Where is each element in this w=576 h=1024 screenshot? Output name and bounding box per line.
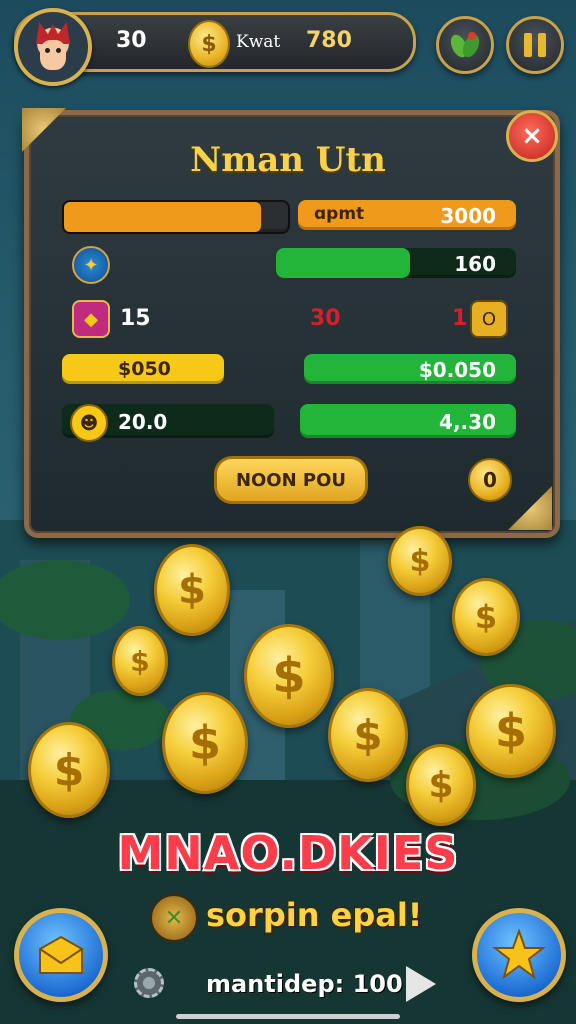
avatar-face-icon bbox=[40, 40, 66, 70]
stat-count: 1 bbox=[452, 306, 468, 331]
stat-label: ɑpmt bbox=[314, 204, 365, 224]
floating-coin[interactable]: $ bbox=[406, 744, 476, 826]
panel-title: Nman Utn bbox=[190, 140, 386, 180]
stat-red-value: 30 bbox=[310, 306, 341, 331]
pause-icon bbox=[524, 33, 532, 57]
smiley-icon: ☻ bbox=[70, 404, 108, 442]
envelope-icon bbox=[39, 935, 83, 974]
stat-value: 160 bbox=[454, 252, 496, 276]
stat-value: 3000 bbox=[440, 204, 496, 228]
star-icon bbox=[492, 927, 546, 980]
pause-icon bbox=[538, 33, 546, 57]
stat-value: 4,.30 bbox=[439, 410, 496, 434]
floating-coin[interactable]: $ bbox=[244, 624, 334, 728]
stat-value: $050 bbox=[118, 358, 171, 380]
promo-subtitle: sorpin epal! bbox=[206, 896, 423, 934]
stat-bar-green: $0.050 bbox=[304, 354, 516, 384]
floating-coin[interactable]: $ bbox=[154, 544, 230, 636]
stat-value: $0.050 bbox=[418, 358, 496, 382]
player-avatar[interactable] bbox=[14, 8, 92, 86]
settings-gear-icon[interactable] bbox=[134, 968, 164, 998]
floating-coin[interactable]: $ bbox=[466, 684, 556, 778]
avatar-eye-icon bbox=[45, 48, 50, 53]
avatar-eye-icon bbox=[56, 48, 61, 53]
coin-badge-icon: O bbox=[470, 300, 508, 338]
star-button[interactable] bbox=[472, 908, 566, 1002]
plant-shop-button[interactable] bbox=[436, 16, 494, 74]
boost-icon: ✦ bbox=[72, 246, 110, 284]
floating-coin[interactable]: $ bbox=[388, 526, 452, 596]
progress-fill bbox=[64, 202, 262, 232]
home-indicator[interactable] bbox=[176, 1014, 400, 1019]
floating-coin[interactable]: $ bbox=[452, 578, 520, 656]
floating-coin[interactable]: $ bbox=[328, 688, 408, 782]
stat-bar-yellow: $050 bbox=[62, 354, 224, 384]
compass-icon: ✕ bbox=[150, 894, 198, 942]
stat-value: 20.0 bbox=[118, 410, 168, 434]
action-button[interactable]: NOON POU bbox=[214, 456, 368, 504]
stat-bar-orange: ɑpmt 3000 bbox=[298, 200, 516, 230]
coin-icon: $ bbox=[188, 20, 230, 68]
promo-title: MNAO.DKIES bbox=[117, 826, 459, 880]
bar-fill bbox=[276, 248, 411, 278]
plant-icon bbox=[450, 32, 480, 58]
stat-bar-green: 4,.30 bbox=[300, 404, 516, 438]
stat-bar-green: 160 bbox=[276, 248, 516, 278]
gem-icon: ◆ bbox=[72, 300, 110, 338]
play-icon[interactable] bbox=[406, 966, 436, 1002]
floating-coin[interactable]: $ bbox=[112, 626, 168, 696]
progress-bar bbox=[62, 200, 290, 234]
action-count-badge: 0 bbox=[468, 458, 512, 502]
floating-coin[interactable]: $ bbox=[28, 722, 110, 818]
floating-coin[interactable]: $ bbox=[162, 692, 248, 794]
pause-button[interactable] bbox=[506, 16, 564, 74]
currency-value: 780 bbox=[306, 28, 352, 53]
mail-button[interactable] bbox=[14, 908, 108, 1002]
currency-label: Kwat bbox=[236, 32, 281, 52]
player-level: 30 bbox=[116, 28, 147, 53]
gem-count: 15 bbox=[120, 306, 151, 331]
footer-text: mantidep: 100 bbox=[206, 970, 403, 998]
